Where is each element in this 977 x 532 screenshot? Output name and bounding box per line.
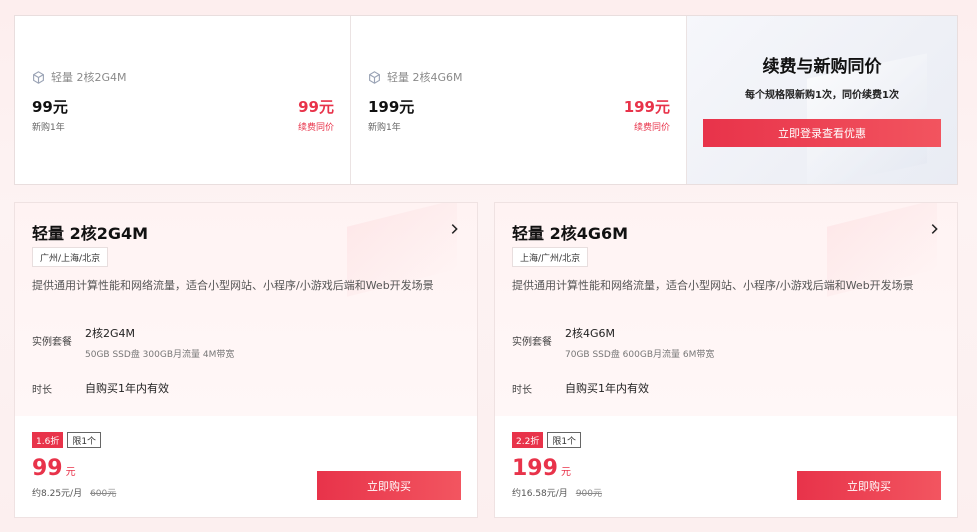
summary-renew-price: 199元 [623, 98, 670, 116]
original-price: 900元 [575, 489, 602, 499]
summary-sub: 新购1年 [368, 123, 401, 133]
summary-renew-label: 续费同价 [297, 123, 334, 133]
cube-icon [369, 70, 380, 84]
badge-group: 1.6折 限1个 [32, 432, 102, 448]
summary-renew-label: 续费同价 [633, 123, 670, 133]
price: 99 元 [32, 456, 76, 481]
chevron-right-icon[interactable] [447, 222, 461, 236]
duration-label: 时长 [512, 385, 532, 396]
summary-price: 199元 [368, 98, 415, 116]
buy-now-button[interactable]: 立即购买 [317, 471, 461, 500]
spec-value: 2核4G6M [565, 327, 616, 340]
summary-sub: 新购1年 [32, 123, 65, 133]
monthly-price: 约16.58元/月 900元 [512, 486, 602, 499]
buy-now-button[interactable]: 立即购买 [797, 471, 941, 500]
summary-name: 轻量 2核4G6M [368, 69, 463, 85]
spec-value: 2核2G4M [85, 327, 136, 340]
spec-detail: 70GB SSD盘 600GB月流量 6M带宽 [565, 350, 715, 360]
original-price: 600元 [90, 489, 117, 499]
product-description: 提供通用计算性能和网络流量，适合小型网站、小程序/小游戏后端和Web开发场景 [512, 279, 914, 292]
limit-badge: 限1个 [547, 432, 582, 448]
summary-card-2c2g[interactable]: 轻量 2核2G4M 99元 新购1年 99元 续费同价 [15, 16, 351, 184]
discount-badge: 1.6折 [32, 432, 64, 448]
region-tag: 广州/上海/北京 [32, 247, 109, 267]
summary-name: 轻量 2核2G4M [32, 69, 127, 85]
spec-detail: 50GB SSD盘 300GB月流量 4M带宽 [85, 350, 235, 360]
monthly-value: 约8.25元/月 [32, 489, 83, 499]
purchase-panel: 1.6折 限1个 99 元 约8.25元/月 600元 立即购买 [15, 416, 477, 517]
limit-badge: 限1个 [67, 432, 102, 448]
login-view-offer-button[interactable]: 立即登录查看优惠 [703, 119, 941, 147]
summary-price: 99元 [32, 98, 68, 116]
purchase-panel: 2.2折 限1个 199 元 约16.58元/月 900元 立即购买 [495, 416, 957, 517]
duration-label: 时长 [32, 385, 52, 396]
price-unit: 元 [65, 467, 76, 478]
product-card-2c2g: 轻量 2核2G4M 广州/上海/北京 提供通用计算性能和网络流量，适合小型网站、… [14, 202, 478, 518]
discount-badge: 2.2折 [512, 432, 544, 448]
badge-group: 2.2折 限1个 [512, 432, 582, 448]
cube-icon [33, 70, 44, 84]
product-description: 提供通用计算性能和网络流量，适合小型网站、小程序/小游戏后端和Web开发场景 [32, 279, 434, 292]
product-card-2c4g: 轻量 2核4G6M 上海/广州/北京 提供通用计算性能和网络流量，适合小型网站、… [494, 202, 958, 518]
product-title: 轻量 2核4G6M [512, 224, 629, 243]
price-unit: 元 [560, 467, 571, 478]
region-tag: 上海/广州/北京 [512, 247, 589, 267]
duration-value: 自购买1年内有效 [85, 382, 169, 395]
price-number: 199 [512, 456, 558, 481]
price: 199 元 [512, 456, 571, 481]
promo-card: 续费与新购同价 每个规格限新购1次，同价续费1次 立即登录查看优惠 [687, 16, 957, 184]
spec-label: 实例套餐 [32, 337, 72, 348]
monthly-price: 约8.25元/月 600元 [32, 486, 116, 499]
price-number: 99 [32, 456, 63, 481]
promo-subtitle: 每个规格限新购1次，同价续费1次 [745, 90, 899, 101]
summary-row: 轻量 2核2G4M 99元 新购1年 99元 续费同价 轻量 2核4G6M 19… [14, 15, 958, 185]
summary-renew-price: 99元 [298, 98, 334, 116]
summary-card-2c4g[interactable]: 轻量 2核4G6M 199元 新购1年 199元 续费同价 [351, 16, 687, 184]
spec-label: 实例套餐 [512, 337, 552, 348]
monthly-value: 约16.58元/月 [512, 489, 568, 499]
promo-title: 续费与新购同价 [762, 57, 882, 77]
duration-value: 自购买1年内有效 [565, 382, 649, 395]
chevron-right-icon[interactable] [927, 222, 941, 236]
product-title: 轻量 2核2G4M [32, 224, 149, 243]
